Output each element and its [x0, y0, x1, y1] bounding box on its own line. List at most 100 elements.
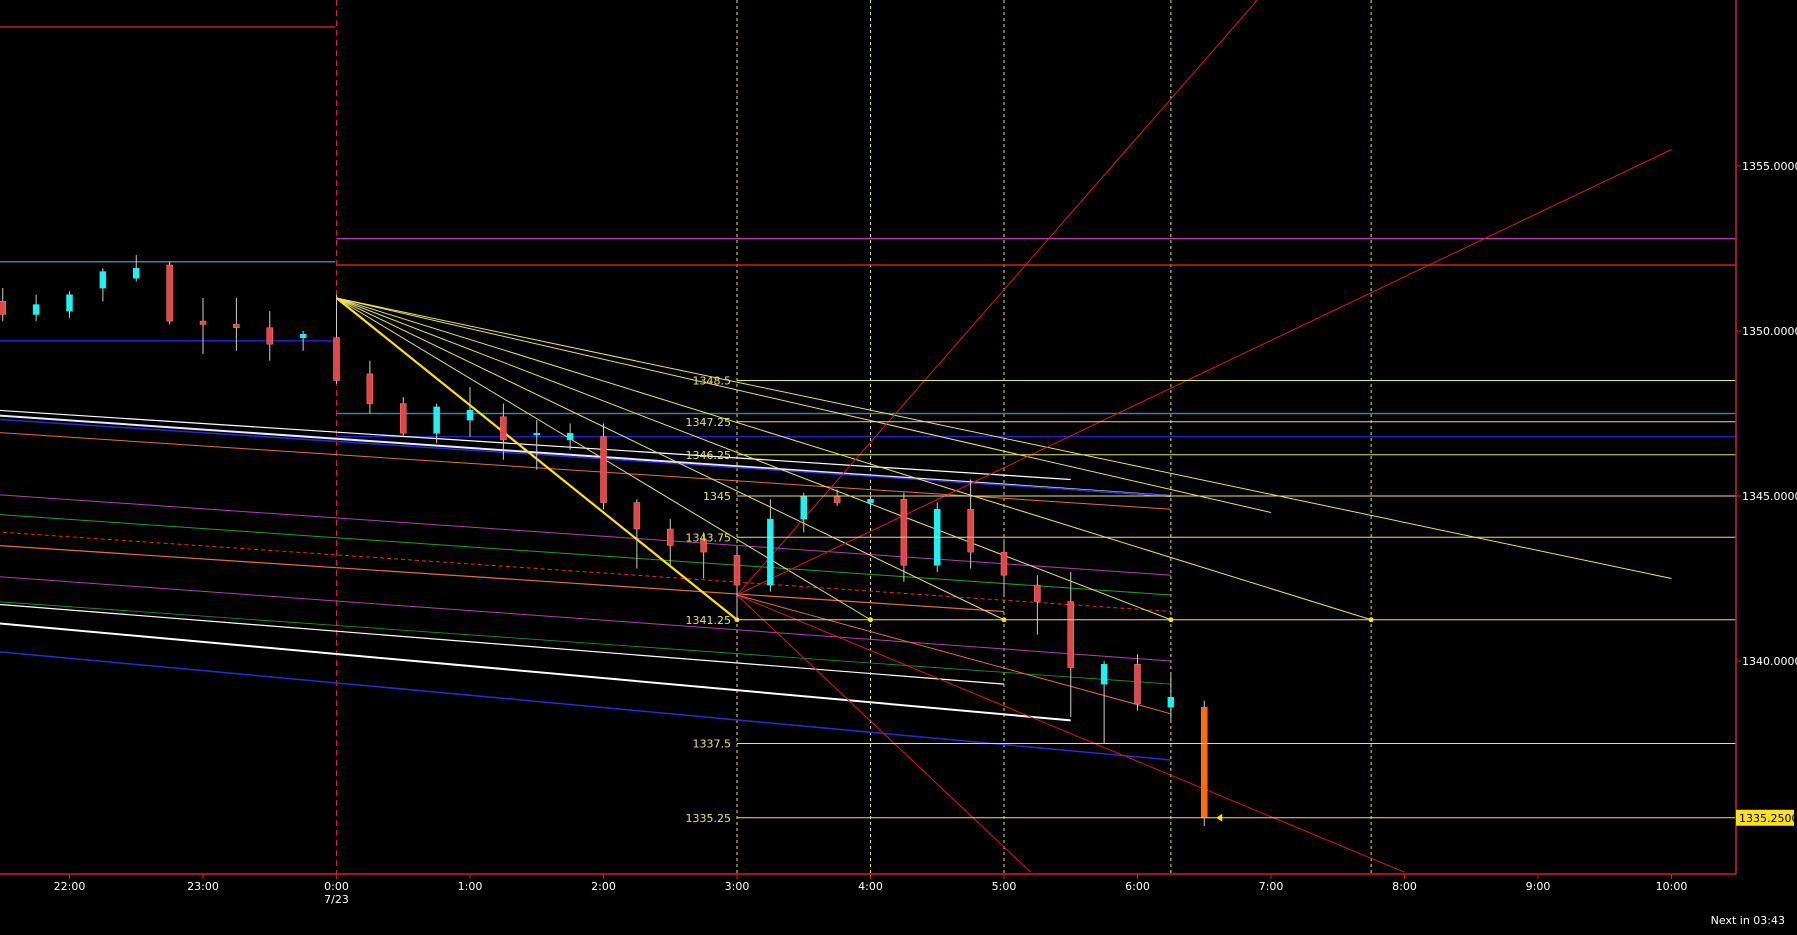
x-tick-label: 23:00: [187, 880, 219, 893]
candle-body: [400, 403, 407, 434]
candle-body: [600, 436, 607, 503]
candle-body: [299, 334, 307, 338]
price-pointer-icon: [1216, 813, 1223, 822]
candle-body: [767, 518, 774, 586]
x-tick-label: 4:00: [858, 880, 883, 893]
candle-body: [366, 373, 374, 404]
candle: [1100, 661, 1108, 744]
candle: [1000, 538, 1008, 595]
x-tick-label: 7:00: [1259, 880, 1284, 893]
axes: 22:00 23:00 0:00 1:00 2:00 3:00 4:00 5:00 6:00 7:…: [0, 0, 1797, 906]
candle: [566, 423, 574, 450]
candle: [66, 291, 73, 318]
candle-body: [833, 495, 841, 503]
trend-line: [336, 297, 1172, 621]
candle-body: [667, 528, 674, 546]
next-bar-countdown: Next in 03:43: [1710, 914, 1785, 927]
candle: [366, 360, 374, 414]
x-tick-label: 22:00: [54, 880, 86, 893]
price-level-label: 1341.25: [686, 614, 732, 627]
candle: [1067, 571, 1074, 718]
price-level-label: 1335.25: [686, 812, 732, 825]
x-tick-label: 2:00: [591, 880, 616, 893]
candle: [1134, 654, 1141, 711]
x-tick-label: 6:00: [1125, 880, 1150, 893]
x-tick-label: 5:00: [992, 880, 1017, 893]
candle-body: [0, 301, 6, 315]
candle-body: [266, 327, 273, 345]
candle-body: [32, 304, 40, 315]
y-tick-label: 1345.0000: [1742, 490, 1797, 503]
candle-body: [99, 271, 107, 289]
candle-body: [566, 433, 574, 441]
trend-line: [0, 432, 1171, 510]
price-level-label: 1345: [703, 490, 731, 503]
candle-body: [466, 409, 474, 421]
candle: [233, 298, 240, 351]
candle: [466, 387, 474, 437]
candle-body: [233, 324, 240, 328]
candle-body: [1067, 601, 1074, 668]
x-tick-label: 9:00: [1526, 880, 1551, 893]
candle-body: [733, 555, 741, 586]
y-tick-label: 1355.0000: [1742, 160, 1797, 173]
price-level-label: 1343.75: [686, 531, 732, 544]
x-tick-label: 8:00: [1392, 880, 1417, 893]
candle: [1034, 575, 1041, 635]
candle-body: [500, 416, 507, 441]
candle-body: [967, 508, 974, 553]
current-price-label: 1335.2500: [1739, 812, 1797, 825]
candle-body: [867, 499, 874, 503]
candle: [867, 496, 874, 510]
trend-line: [736, 149, 1672, 596]
candle: [767, 499, 774, 592]
candle-body: [66, 294, 73, 312]
x-tick-label: 0:00: [324, 880, 349, 893]
candle: [0, 288, 6, 322]
candle: [133, 255, 140, 282]
y-tick-label: 1340.0000: [1742, 655, 1797, 668]
candle-body: [900, 499, 908, 566]
candle-body: [633, 502, 641, 530]
candle-body: [166, 264, 173, 322]
y-tick-label: 1350.0000: [1742, 325, 1797, 338]
candle: [99, 268, 107, 302]
candle-body: [433, 406, 440, 434]
candle-body: [333, 337, 340, 381]
price-level-label: 1337.5: [693, 738, 732, 751]
x-tick-label: 10:00: [1656, 880, 1688, 893]
candle: [32, 294, 40, 322]
price-chart[interactable]: 1348.5 1347.25 1346.25 1345 1343.75 1341.25 13…: [0, 0, 1797, 935]
trend-line: [0, 651, 1171, 761]
chart-window: 1348.5 1347.25 1346.25 1345 1343.75 1341.25 13…: [0, 0, 1797, 935]
candle: [967, 479, 974, 569]
trend-line: [336, 297, 1272, 513]
price-level-label: 1346.25: [686, 449, 732, 462]
candle-body: [1100, 664, 1108, 685]
trend-line: [0, 409, 1071, 481]
candle: [400, 397, 407, 437]
candle-body: [1000, 551, 1008, 576]
trend-line: [336, 297, 1372, 621]
candle-body: [800, 495, 807, 520]
candle: [667, 519, 674, 566]
candle: [199, 298, 207, 355]
candle: [733, 548, 741, 622]
date-label: 7/23: [324, 893, 349, 906]
price-level-label: 1348.5: [693, 375, 732, 388]
x-tick-label: 3:00: [725, 880, 750, 893]
horizontal-levels: [0, 237, 1736, 438]
candle-body: [1034, 584, 1041, 602]
candle: [333, 294, 340, 384]
candle-body: [1167, 697, 1175, 708]
price-level-labels: 1348.5 1347.25 1346.25 1345 1343.75 1341.25 13…: [686, 375, 1736, 825]
candle-body: [133, 268, 140, 279]
candle: [166, 261, 173, 325]
candle: [266, 311, 273, 361]
candle-body: [1134, 664, 1141, 705]
candle-body: [533, 433, 540, 436]
candle-body-current: [1201, 707, 1208, 818]
trend-line: [0, 601, 1171, 685]
candle-body: [199, 320, 207, 325]
price-level-label: 1347.25: [686, 416, 732, 429]
